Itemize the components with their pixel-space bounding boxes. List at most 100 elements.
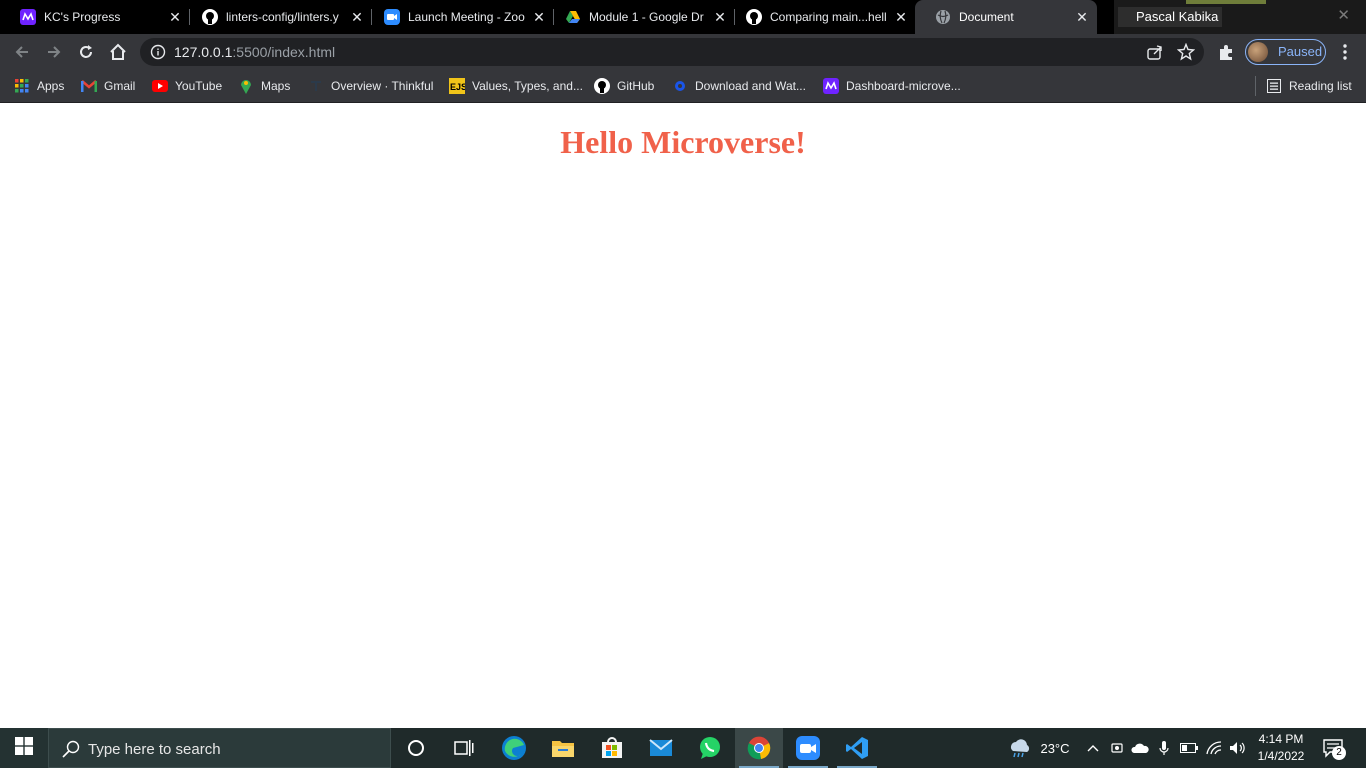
- battery-icon[interactable]: [1178, 728, 1200, 768]
- tab-title: Document: [959, 10, 1014, 24]
- start-button[interactable]: [0, 728, 48, 768]
- video-thumbnail: [1186, 0, 1266, 4]
- weather-temperature[interactable]: 23°C: [1036, 728, 1074, 768]
- close-icon[interactable]: ✕: [713, 10, 727, 24]
- windows-taskbar: Type here to search 23°C 4:14 PM 1/4/202…: [0, 728, 1366, 768]
- github-icon: [594, 78, 610, 94]
- home-icon[interactable]: [106, 40, 130, 64]
- eloquent-js-icon: EJS: [449, 78, 465, 94]
- tab-title: Module 1 - Google Dr: [589, 10, 704, 24]
- svg-text:EJS: EJS: [450, 82, 465, 92]
- bookmark-values-types[interactable]: EJS Values, Types, and...: [449, 76, 583, 96]
- forward-icon[interactable]: [42, 40, 66, 64]
- globe-icon: [935, 9, 951, 25]
- mail-icon[interactable]: [637, 728, 685, 768]
- bookmark-maps[interactable]: Maps: [238, 76, 290, 96]
- maps-icon: [238, 78, 254, 94]
- extensions-icon[interactable]: [1214, 40, 1238, 64]
- bookmark-download-watch[interactable]: Download and Wat...: [672, 76, 806, 96]
- apps-grid-icon: [14, 78, 30, 94]
- bookmark-gmail[interactable]: Gmail: [81, 76, 135, 96]
- reload-icon[interactable]: [74, 40, 98, 64]
- close-icon[interactable]: ✕: [532, 10, 546, 24]
- tab-kcs-progress[interactable]: KC's Progress ✕: [0, 0, 190, 34]
- microphone-icon[interactable]: [1154, 728, 1174, 768]
- bookmark-label: Values, Types, and...: [472, 79, 583, 93]
- profile-status: Paused: [1278, 44, 1323, 59]
- back-icon[interactable]: [10, 40, 34, 64]
- taskbar-search-box[interactable]: Type here to search: [48, 728, 391, 768]
- browser-chrome: KC's Progress ✕ linters-config/linters.y…: [0, 0, 1366, 103]
- bookmark-label: Dashboard-microve...: [846, 79, 961, 93]
- bookmark-label: Gmail: [104, 79, 136, 93]
- bookmark-github[interactable]: GitHub: [594, 76, 654, 96]
- page-content: Hello Microverse!: [0, 103, 1366, 728]
- cortana-icon[interactable]: [392, 728, 440, 768]
- tab-comparing-main[interactable]: Comparing main...hell ✕: [726, 0, 916, 34]
- file-explorer-icon[interactable]: [539, 728, 587, 768]
- close-icon[interactable]: ✕: [350, 10, 364, 24]
- chevron-up-icon[interactable]: [1083, 728, 1103, 768]
- tab-title: KC's Progress: [44, 10, 121, 24]
- search-placeholder: Type here to search: [88, 741, 221, 758]
- weather-icon[interactable]: [1006, 728, 1034, 768]
- system-clock[interactable]: 4:14 PM 1/4/2022: [1251, 731, 1311, 765]
- youtube-icon: [152, 78, 168, 94]
- menu-kebab-icon[interactable]: [1333, 40, 1357, 64]
- notification-count-badge: 2: [1332, 746, 1346, 760]
- bookmark-dashboard-microverse[interactable]: Dashboard-microve...: [823, 76, 961, 96]
- edge-icon[interactable]: [490, 728, 538, 768]
- tab-launch-meeting[interactable]: Launch Meeting - Zoo ✕: [364, 0, 554, 34]
- tab-linters-config[interactable]: linters-config/linters.y ✕: [182, 0, 372, 34]
- tab-document[interactable]: Document ✕: [915, 0, 1097, 34]
- profile-button[interactable]: Paused: [1245, 39, 1326, 65]
- tab-strip: KC's Progress ✕ linters-config/linters.y…: [0, 0, 1366, 34]
- address-bar[interactable]: 127.0.0.1:5500/index.html: [140, 38, 1204, 66]
- zoom-taskbar-icon[interactable]: [784, 728, 832, 768]
- clock-time: 4:14 PM: [1258, 732, 1304, 746]
- bookmark-label: GitHub: [617, 79, 655, 93]
- close-icon[interactable]: ✕: [168, 10, 182, 24]
- task-view-icon[interactable]: [440, 728, 488, 768]
- bookmark-thinkful[interactable]: Overview · Thinkful: [308, 76, 433, 96]
- avatar: [1248, 42, 1268, 62]
- bookmark-label: YouTube: [175, 79, 223, 93]
- url-path: :5500/index.html: [232, 44, 336, 60]
- close-icon[interactable]: ✕: [1337, 6, 1350, 24]
- share-icon[interactable]: [1146, 43, 1164, 66]
- github-icon: [746, 9, 762, 25]
- meet-now-icon[interactable]: [1107, 728, 1127, 768]
- bookmark-label: Maps: [261, 79, 291, 93]
- participant-name: Pascal Kabika: [1118, 7, 1223, 27]
- bookmark-label: Download and Wat...: [695, 79, 806, 93]
- close-icon[interactable]: ✕: [894, 10, 908, 24]
- tab-module-1[interactable]: Module 1 - Google Dr ✕: [545, 0, 735, 34]
- action-center-button[interactable]: 2: [1322, 738, 1346, 763]
- vscode-icon[interactable]: [833, 728, 881, 768]
- onedrive-icon[interactable]: [1129, 728, 1151, 768]
- github-icon: [202, 9, 218, 25]
- reading-list-label: Reading list: [1289, 79, 1352, 93]
- close-icon[interactable]: ✕: [1075, 10, 1089, 24]
- microverse-icon: [20, 9, 36, 25]
- gmail-icon: [81, 78, 97, 94]
- zoom-video-overlay[interactable]: Pascal Kabika ✕: [1114, 0, 1366, 34]
- bookmark-label: Apps: [37, 79, 65, 93]
- clock-date: 1/4/2022: [1257, 749, 1305, 763]
- bookmark-youtube[interactable]: YouTube: [152, 76, 222, 96]
- tab-title: linters-config/linters.y: [226, 10, 339, 24]
- bookmark-apps[interactable]: Apps: [14, 76, 64, 96]
- chrome-taskbar-icon[interactable]: [735, 728, 783, 768]
- reading-list-button[interactable]: Reading list: [1266, 76, 1352, 96]
- volume-icon[interactable]: [1227, 728, 1249, 768]
- page-heading: Hello Microverse!: [560, 124, 806, 160]
- bookmarks-bar: Apps Gmail YouTube Maps Overview · Think…: [0, 70, 1366, 103]
- wifi-icon[interactable]: [1203, 728, 1225, 768]
- microsoft-store-icon[interactable]: [588, 728, 636, 768]
- whatsapp-icon[interactable]: [686, 728, 734, 768]
- microverse-icon: [823, 78, 839, 94]
- bookmark-star-icon[interactable]: [1176, 42, 1196, 66]
- site-info-icon[interactable]: [150, 44, 166, 65]
- url-text: 127.0.0.1:5500/index.html: [174, 44, 335, 60]
- bookmark-label: Overview · Thinkful: [331, 79, 434, 93]
